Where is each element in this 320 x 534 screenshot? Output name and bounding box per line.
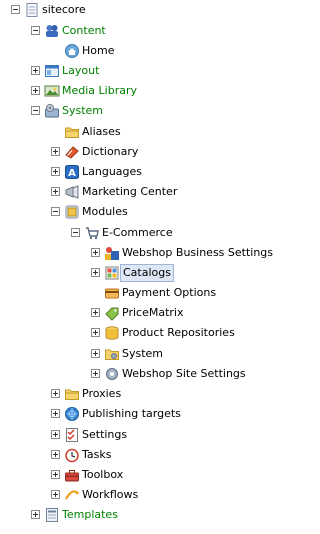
expand-icon[interactable] (91, 268, 100, 277)
catalogs-icon (104, 265, 120, 281)
product-repositories-icon (104, 325, 120, 341)
expand-icon[interactable] (91, 308, 100, 317)
tree-node-label[interactable]: Media Library (60, 82, 139, 100)
business-settings-icon (104, 245, 120, 261)
tree-node-label[interactable]: System (60, 102, 105, 120)
expand-icon[interactable] (31, 510, 40, 519)
payment-options-icon (104, 285, 120, 301)
collapse-icon[interactable] (51, 207, 60, 216)
tree-node-label[interactable]: Templates (60, 506, 120, 524)
languages-icon: A (64, 164, 80, 180)
tasks-icon (64, 447, 80, 463)
sitecore-root-icon (24, 2, 40, 18)
collapse-icon[interactable] (31, 26, 40, 35)
workflows-icon (64, 487, 80, 503)
aliases-folder-icon (64, 124, 80, 140)
publishing-targets-icon (64, 406, 80, 422)
collapse-icon[interactable] (71, 228, 80, 237)
e-commerce-icon (84, 225, 100, 241)
tree-node-label[interactable]: Languages (80, 163, 144, 181)
tree-node-label[interactable]: System (120, 345, 165, 363)
pricematrix-icon (104, 305, 120, 321)
content-icon (44, 23, 60, 39)
expand-icon[interactable] (91, 248, 100, 257)
tree-node-label[interactable]: Tasks (80, 446, 113, 464)
proxies-folder-icon (64, 386, 80, 402)
tree-node-label[interactable]: Catalogs (120, 264, 174, 282)
tree-node-label[interactable]: E-Commerce (100, 224, 175, 242)
expand-icon[interactable] (51, 450, 60, 459)
tree-node-label[interactable]: Content (60, 22, 108, 40)
tree-node-label[interactable]: Dictionary (80, 143, 140, 161)
marketing-center-icon (64, 184, 80, 200)
expand-icon[interactable] (31, 86, 40, 95)
tree-node-label[interactable]: Webshop Site Settings (120, 365, 248, 383)
toolbox-icon (64, 467, 80, 483)
tree-node-label[interactable]: Home (80, 42, 116, 60)
expand-icon[interactable] (51, 389, 60, 398)
home-icon (64, 43, 80, 59)
tree-node-label[interactable]: Marketing Center (80, 183, 179, 201)
expand-icon[interactable] (31, 66, 40, 75)
tree-node-label[interactable]: Toolbox (80, 466, 125, 484)
site-settings-icon (104, 366, 120, 382)
expand-icon[interactable] (91, 328, 100, 337)
expand-icon[interactable] (51, 490, 60, 499)
system-icon (44, 103, 60, 119)
tree-node-label[interactable]: Aliases (80, 123, 123, 141)
tree-node-label[interactable]: Modules (80, 203, 130, 221)
expand-icon[interactable] (51, 187, 60, 196)
expand-icon[interactable] (51, 430, 60, 439)
tree-node-label[interactable]: Product Repositories (120, 324, 237, 342)
tree-node-label[interactable]: PriceMatrix (120, 304, 185, 322)
collapse-icon[interactable] (31, 106, 40, 115)
layout-icon (44, 63, 60, 79)
expand-icon[interactable] (51, 167, 60, 176)
dictionary-icon (64, 144, 80, 160)
svg-text:A: A (68, 168, 76, 179)
tree-node-label[interactable]: Workflows (80, 486, 140, 504)
expand-icon[interactable] (51, 147, 60, 156)
tree-node-label[interactable]: Payment Options (120, 284, 218, 302)
collapse-icon[interactable] (11, 5, 20, 14)
tree-node-label[interactable]: Layout (60, 62, 101, 80)
settings-icon (64, 427, 80, 443)
templates-icon (44, 507, 60, 523)
expand-icon[interactable] (51, 409, 60, 418)
expand-icon[interactable] (91, 349, 100, 358)
tree-node-label[interactable]: sitecore (40, 1, 88, 19)
tree-node-label[interactable]: Publishing targets (80, 405, 183, 423)
modules-icon (64, 204, 80, 220)
tree-node-label[interactable]: Proxies (80, 385, 123, 403)
tree-node-label[interactable]: Webshop Business Settings (120, 244, 275, 262)
system-folder-icon (104, 346, 120, 362)
tree-node-label[interactable]: Settings (80, 426, 129, 444)
expand-icon[interactable] (91, 369, 100, 378)
expand-icon[interactable] (51, 470, 60, 479)
content-tree: sitecore Content Home Layout Media Library Sy… (0, 0, 273, 534)
media-library-icon (44, 83, 60, 99)
